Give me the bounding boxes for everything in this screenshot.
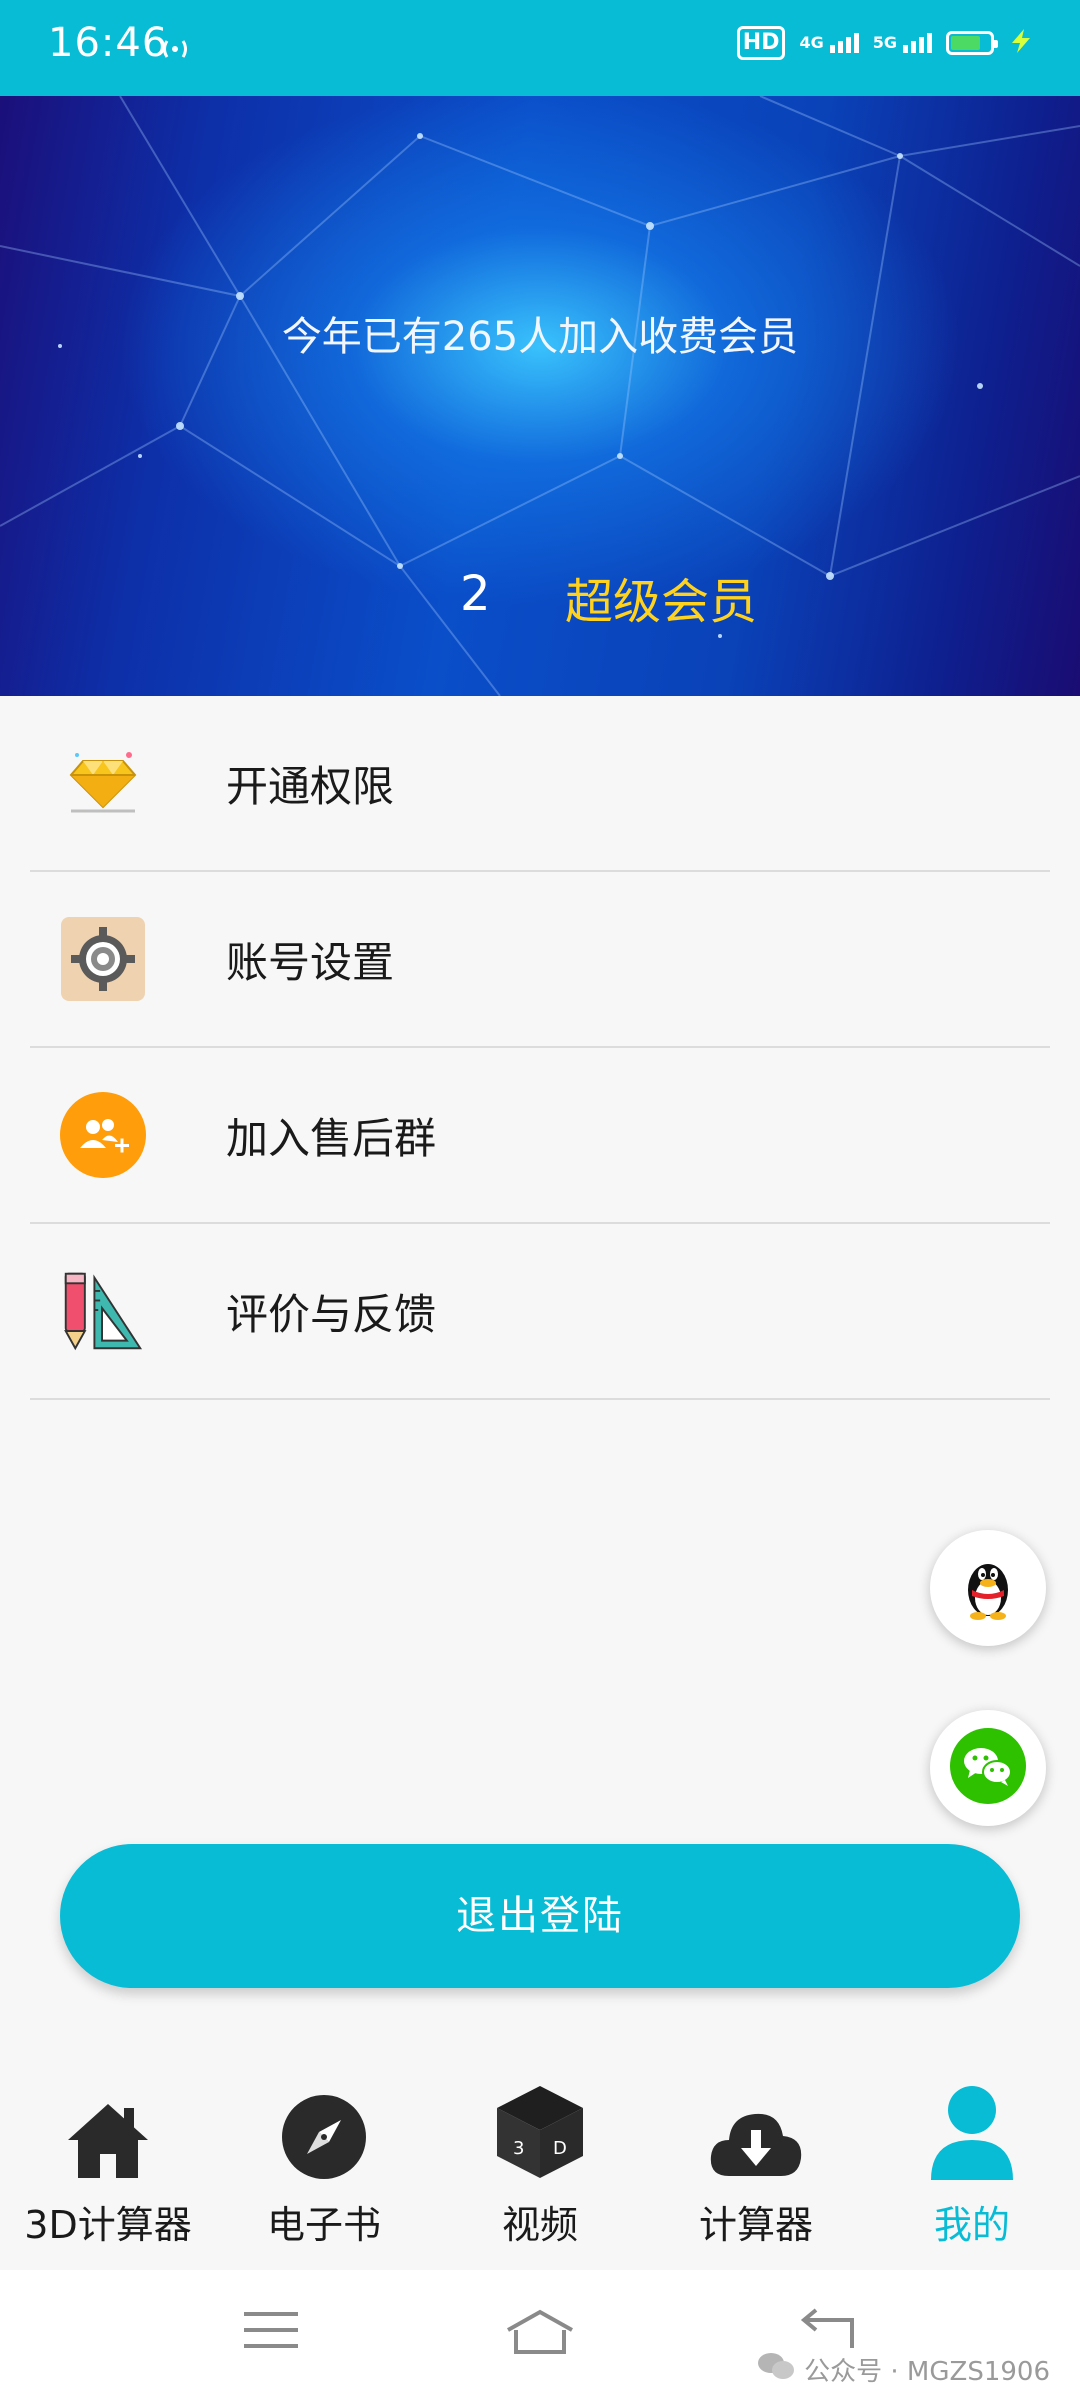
wechat-icon	[950, 1728, 1026, 1808]
menu-item-join-group[interactable]: 加入售后群	[30, 1048, 1050, 1224]
status-time: 16:46	[48, 20, 169, 66]
cast-icon	[158, 36, 192, 66]
member-message: 今年已有265人加入收费会员	[281, 314, 799, 360]
menu-item-feedback[interactable]: 评价与反馈	[30, 1224, 1050, 1400]
signal-4g-icon: 4G	[799, 33, 859, 53]
watermark: 公众号 · MGZS1906	[756, 2350, 1050, 2389]
member-banner: 今年已有265人加入收费会员 2 超级会员	[0, 96, 1080, 696]
menu-icon[interactable]	[244, 2308, 298, 2356]
tab-label: 计算器	[698, 2203, 813, 2247]
tab-ebook[interactable]: 电子书	[216, 2070, 432, 2270]
home-nav-icon[interactable]	[504, 2308, 576, 2360]
tab-video[interactable]: 3 D 视频	[432, 2070, 648, 2270]
battery-icon	[946, 31, 998, 55]
compass-icon	[281, 2070, 367, 2180]
tab-label: 我的	[933, 2203, 1010, 2247]
hd-badge: HD	[736, 26, 786, 60]
diamond-icon	[60, 740, 146, 826]
menu-item-open-permission[interactable]: 开通权限	[30, 696, 1050, 872]
tab-calculator[interactable]: 计算器	[648, 2070, 864, 2270]
home-icon	[66, 2070, 150, 2180]
tab-label: 3D计算器	[24, 2203, 192, 2247]
battery-level	[951, 36, 980, 50]
status-indicators: HD 4G 5G	[736, 26, 1034, 60]
wechat-watermark-icon	[756, 2350, 796, 2389]
svg-text:3: 3	[513, 2138, 524, 2159]
menu-item-label: 加入售后群	[226, 1113, 437, 1163]
banner-network-lines	[0, 96, 1080, 696]
user-icon	[929, 2070, 1015, 2180]
signal-5g-icon: 5G	[873, 33, 932, 53]
wechat-float-button[interactable]	[930, 1710, 1046, 1826]
member-level: 超级会员	[565, 574, 758, 630]
cloud-download-icon	[707, 2070, 805, 2180]
watermark-text: 公众号 · MGZS1906	[804, 2357, 1050, 2387]
svg-text:D: D	[553, 2138, 567, 2159]
qq-float-button[interactable]	[930, 1530, 1046, 1646]
tab-label: 视频	[501, 2203, 578, 2247]
tab-mine[interactable]: 我的	[864, 2070, 1080, 2270]
system-navigation-bar: 公众号 · MGZS1906	[0, 2270, 1080, 2400]
charging-icon	[1008, 28, 1034, 58]
network-type-label: 5G	[872, 33, 897, 52]
cube-3d-icon: 3 D	[495, 2070, 585, 2180]
logout-button[interactable]: 退出登陆	[60, 1844, 1020, 1988]
qq-penguin-icon	[958, 1552, 1018, 1624]
bottom-tab-bar: 3D计算器 电子书 3 D 视频 计算器 我的	[0, 2070, 1080, 2270]
pencil-ruler-icon	[60, 1268, 146, 1354]
menu-item-label: 账号设置	[226, 937, 395, 987]
settings-menu: 开通权限 账号设置 加入售后群 评价与反馈	[30, 696, 1050, 1400]
group-add-icon	[60, 1092, 146, 1178]
network-type-label: 4G	[799, 33, 824, 52]
tab-3d-calculator[interactable]: 3D计算器	[0, 2070, 216, 2270]
tab-label: 电子书	[266, 2203, 381, 2247]
member-count: 2	[460, 566, 491, 622]
gear-icon	[60, 916, 146, 1002]
menu-item-label: 评价与反馈	[226, 1289, 437, 1339]
menu-item-label: 开通权限	[226, 761, 395, 811]
status-bar: 16:46 HD 4G 5G	[0, 0, 1080, 96]
menu-item-account-settings[interactable]: 账号设置	[30, 872, 1050, 1048]
